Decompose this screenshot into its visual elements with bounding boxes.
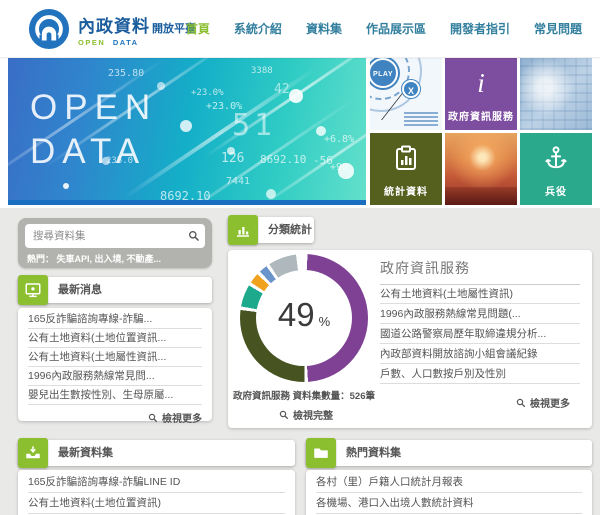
hero-number: +90 bbox=[330, 162, 349, 173]
category-donut-chart[interactable]: 49 % bbox=[240, 254, 368, 382]
hero-number: +23.0% bbox=[191, 88, 224, 98]
nav-item-showcase[interactable]: 作品展示區 bbox=[366, 20, 426, 37]
nav-item-faq[interactable]: 常見問題 bbox=[534, 20, 582, 37]
dataset-item[interactable]: 公有土地資料(土地位置資訊) bbox=[28, 493, 285, 514]
nav-item-home[interactable]: 首頁 bbox=[186, 20, 210, 37]
info-icon: i bbox=[477, 68, 485, 98]
logo-text: 內政資料 開放平臺 OPEN DATA bbox=[78, 12, 196, 47]
logo-open-text: OPEN bbox=[78, 37, 106, 47]
news-item[interactable]: 1996內政服務熱線常見問... bbox=[28, 367, 202, 386]
donut-hole: 49 % bbox=[256, 270, 352, 366]
gov-info-item[interactable]: 1996內政服務熱線常見問題(... bbox=[380, 304, 580, 324]
stats-section-tab: 分類統計 bbox=[228, 215, 314, 245]
search-field bbox=[25, 224, 205, 248]
category-tile-grid: PLAY X i 政府資訊服務 統計資料 兵役 bbox=[370, 58, 592, 205]
news-section-tab: 最新消息 bbox=[18, 275, 212, 305]
news-item[interactable]: 165反詐騙諮詢專線-詐騙... bbox=[28, 310, 202, 329]
hero-number: 235.0 bbox=[106, 156, 134, 166]
tile-play-video[interactable]: PLAY X bbox=[370, 58, 442, 130]
magnifier-icon bbox=[279, 410, 289, 420]
hot-datasets-title: 熱門資料集 bbox=[346, 447, 401, 459]
blueprint-bars bbox=[404, 112, 438, 126]
tile-gov-info-service[interactable]: i 政府資訊服務 bbox=[445, 58, 517, 130]
hot-datasets-list: 各村（里）戶籍人口統計月報表 各機場、港口入出境人數統計資料 bbox=[306, 470, 592, 514]
nav-item-about[interactable]: 系統介紹 bbox=[234, 20, 282, 37]
close-icon[interactable]: X bbox=[402, 80, 420, 98]
hero-number: 8692.10 bbox=[160, 189, 211, 203]
moi-logo-icon bbox=[28, 8, 70, 50]
gov-info-view-more-link[interactable]: 檢視更多 bbox=[460, 390, 580, 410]
latest-datasets-tab: 最新資料集 bbox=[18, 438, 295, 468]
search-input[interactable] bbox=[25, 230, 183, 242]
latest-datasets-list: 165反詐騙諮詢專線-詐騙LINE ID 公有土地資料(土地位置資訊) bbox=[18, 470, 295, 514]
monitor-icon bbox=[18, 275, 48, 305]
news-item[interactable]: 公有土地資料(土地屬性資訊... bbox=[28, 348, 202, 367]
latest-datasets-title: 最新資料集 bbox=[58, 447, 113, 459]
tile-sunset-image[interactable] bbox=[445, 133, 517, 205]
gov-info-list: 公有土地資料(土地屬性資訊) 1996內政服務熱線常見問題(... 國道公路警察… bbox=[380, 284, 580, 384]
gov-info-item[interactable]: 公有土地資料(土地屬性資訊) bbox=[380, 284, 580, 304]
donut-center-value: 49 bbox=[277, 296, 315, 333]
hero-banner[interactable]: OPEN DATA 235.80 +23.0% +23.0% 3388 42 5… bbox=[8, 58, 366, 205]
clipboard-chart-icon bbox=[370, 145, 442, 176]
donut-caption: 政府資訊服務 資料集數量：526筆 bbox=[233, 391, 375, 402]
dataset-tray-icon bbox=[18, 438, 48, 468]
latest-datasets-card: 165反詐騙諮詢專線-詐騙LINE ID 公有土地資料(土地位置資訊) bbox=[18, 470, 295, 515]
site-logo[interactable]: 內政資料 開放平臺 OPEN DATA bbox=[28, 8, 196, 50]
sea bbox=[445, 187, 517, 205]
search-icon bbox=[188, 230, 200, 242]
magnifier-icon bbox=[148, 413, 158, 423]
news-section-title: 最新消息 bbox=[58, 284, 102, 296]
hero-number: 51 bbox=[232, 108, 277, 143]
dataset-search-panel: 熱門： 失車API, 出入境, 不動產... bbox=[18, 218, 212, 268]
nav-item-dev-guide[interactable]: 開發者指引 bbox=[450, 20, 510, 37]
search-button[interactable] bbox=[183, 224, 205, 248]
hero-title: OPEN DATA bbox=[30, 88, 158, 171]
magnifier-icon bbox=[516, 398, 526, 408]
logo-title: 內政資料 bbox=[78, 16, 150, 36]
map-glow bbox=[520, 58, 592, 130]
bokeh-dots bbox=[63, 183, 69, 189]
hero-number: 3388 bbox=[251, 66, 273, 76]
news-list: 165反詐騙諮詢專線-詐騙... 公有土地資料(土地位置資訊... 公有土地資料… bbox=[18, 308, 212, 405]
dataset-item[interactable]: 165反詐騙諮詢專線-詐騙LINE ID bbox=[28, 472, 285, 493]
hero-number: +6.8% bbox=[324, 134, 355, 145]
gov-info-item[interactable]: 國道公路警察局歷年取締違規分析... bbox=[380, 324, 580, 344]
gov-info-title: 政府資訊服務 bbox=[380, 258, 580, 285]
header: 內政資料 開放平臺 OPEN DATA 首頁 系統介紹 資料集 作品展示區 開發… bbox=[0, 0, 600, 57]
hero-number: 8692.10 bbox=[260, 153, 307, 166]
hero-number: 126 bbox=[221, 151, 245, 166]
main-nav: 首頁 系統介紹 資料集 作品展示區 開發者指引 常見問題 bbox=[186, 0, 582, 57]
tile-statistics[interactable]: 統計資料 bbox=[370, 133, 442, 205]
anchor-icon bbox=[520, 145, 592, 176]
logo-data-text: DATA bbox=[112, 37, 139, 47]
page: 內政資料 開放平臺 OPEN DATA 首頁 系統介紹 資料集 作品展示區 開發… bbox=[0, 0, 600, 515]
tile-label: 兵役 bbox=[545, 187, 567, 198]
tile-map-image[interactable] bbox=[520, 58, 592, 130]
hero-number: 7441 bbox=[226, 176, 251, 187]
view-full-stats-link[interactable]: 檢視完整 bbox=[246, 402, 366, 422]
tile-label: 政府資訊服務 bbox=[448, 112, 514, 123]
hero-number: 235.80 bbox=[108, 68, 145, 79]
news-view-more-link[interactable]: 檢視更多 bbox=[18, 405, 212, 425]
hot-datasets-card: 各村（里）戶籍人口統計月報表 各機場、港口入出境人數統計資料 bbox=[306, 470, 592, 515]
bar-chart-icon bbox=[228, 215, 258, 245]
dataset-item[interactable]: 各村（里）戶籍人口統計月報表 bbox=[316, 472, 582, 493]
hot-keywords[interactable]: 熱門： 失車API, 出入境, 不動產... bbox=[27, 252, 161, 265]
folder-icon bbox=[306, 438, 336, 468]
hero-number: 42 bbox=[274, 82, 290, 97]
gov-info-item[interactable]: 內政部資料開放諮詢小組會議紀錄 bbox=[380, 344, 580, 364]
tile-military-service[interactable]: 兵役 bbox=[520, 133, 592, 205]
donut-center-unit: % bbox=[318, 314, 331, 329]
news-card: 165反詐騙諮詢專線-詐騙... 公有土地資料(土地位置資訊... 公有土地資料… bbox=[18, 308, 212, 425]
stats-section-title: 分類統計 bbox=[268, 224, 312, 236]
news-item[interactable]: 公有土地資料(土地位置資訊... bbox=[28, 329, 202, 348]
news-item[interactable]: 嬰兒出生數按性別、生母原屬... bbox=[28, 386, 202, 405]
nav-item-datasets[interactable]: 資料集 bbox=[306, 20, 342, 37]
dataset-item[interactable]: 各機場、港口入出境人數統計資料 bbox=[316, 493, 582, 514]
hot-datasets-tab: 熱門資料集 bbox=[306, 438, 592, 468]
tile-label: 統計資料 bbox=[384, 187, 428, 198]
gov-info-item[interactable]: 戶數、人口數按戶別及性別 bbox=[380, 364, 580, 384]
